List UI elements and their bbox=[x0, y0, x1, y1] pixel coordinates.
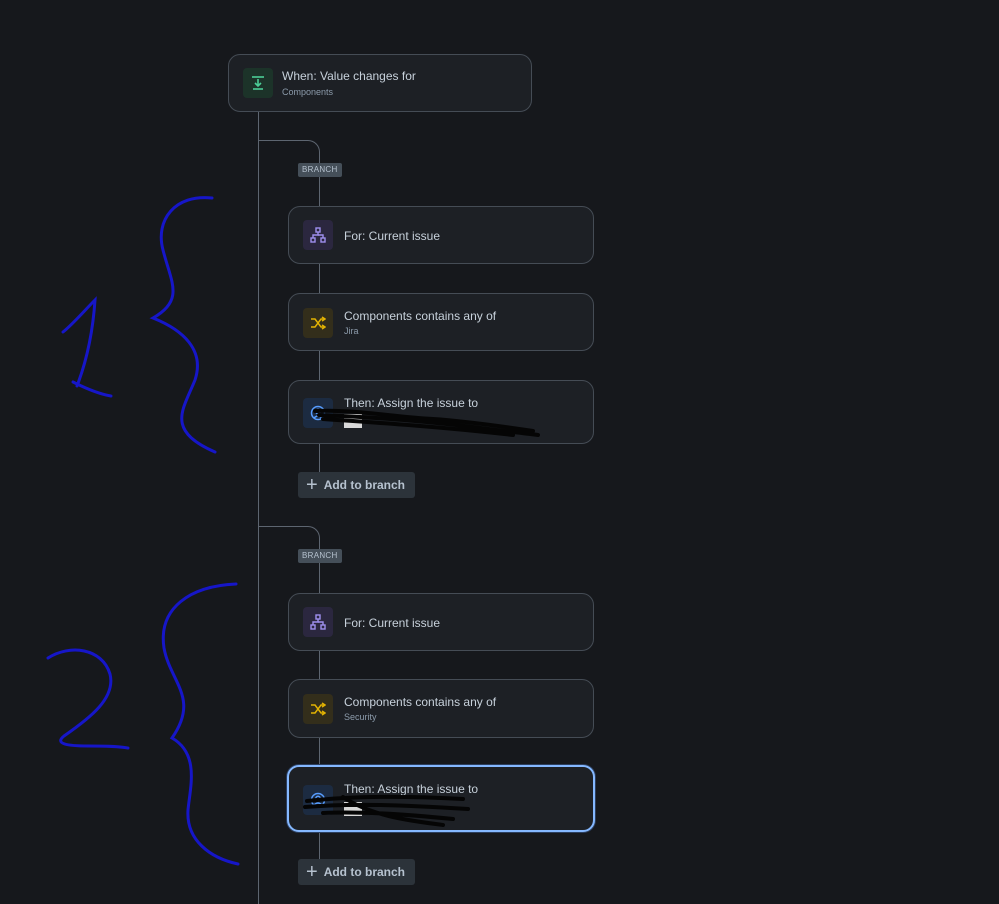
for-current-issue-card[interactable]: For: Current issue bbox=[288, 206, 594, 264]
condition-subtitle: Jira bbox=[344, 326, 359, 336]
add-to-branch-button[interactable]: + Add to branch bbox=[298, 859, 416, 885]
curly-brace-1 bbox=[149, 196, 217, 454]
branch-hierarchy-icon bbox=[303, 607, 333, 637]
for-card-title: For: Current issue bbox=[344, 616, 441, 630]
assign-issue-card[interactable]: Then: Assign the issue to bbox=[288, 380, 594, 444]
add-to-branch-label: Add to branch bbox=[323, 865, 406, 879]
add-to-branch-label: Add to branch bbox=[323, 478, 406, 492]
action-title: Then: Assign the issue to bbox=[344, 396, 479, 410]
numeral-one bbox=[61, 296, 113, 398]
add-to-branch-button[interactable]: + Add to branch bbox=[298, 472, 416, 498]
numeral-two bbox=[46, 648, 130, 750]
condition-title: Components contains any of bbox=[344, 695, 497, 709]
handwritten-annotation-2 bbox=[46, 582, 240, 866]
branch-badge: BRANCH bbox=[298, 163, 342, 177]
condition-card[interactable]: Components contains any of Security bbox=[288, 679, 594, 738]
user-assign-icon bbox=[303, 785, 333, 815]
shuffle-condition-icon bbox=[303, 694, 333, 724]
handwritten-annotation-1 bbox=[61, 196, 217, 454]
branch-connector-elbow bbox=[258, 526, 320, 550]
plus-icon: + bbox=[306, 861, 318, 883]
branch-connector-elbow bbox=[258, 140, 320, 164]
main-connector bbox=[258, 112, 259, 904]
branch-hierarchy-icon bbox=[303, 220, 333, 250]
user-assign-icon bbox=[303, 398, 333, 428]
shuffle-condition-icon bbox=[303, 308, 333, 338]
for-current-issue-card[interactable]: For: Current issue bbox=[288, 593, 594, 651]
condition-title: Components contains any of bbox=[344, 309, 497, 323]
curly-brace-2 bbox=[161, 582, 240, 866]
assignee-avatar bbox=[344, 802, 362, 816]
assignee-avatar bbox=[344, 414, 362, 428]
branch-badge: BRANCH bbox=[298, 549, 342, 563]
plus-icon: + bbox=[306, 474, 318, 496]
action-title: Then: Assign the issue to bbox=[344, 782, 479, 796]
trigger-title: When: Value changes for bbox=[282, 69, 416, 83]
condition-card[interactable]: Components contains any of Jira bbox=[288, 293, 594, 351]
trigger-subtitle: Components bbox=[282, 87, 334, 97]
trigger-card[interactable]: When: Value changes for Components bbox=[228, 54, 532, 112]
for-card-title: For: Current issue bbox=[344, 229, 441, 243]
trigger-download-icon bbox=[243, 68, 273, 98]
assign-issue-card-selected[interactable]: Then: Assign the issue to bbox=[287, 765, 595, 832]
condition-subtitle: Security bbox=[344, 712, 377, 722]
